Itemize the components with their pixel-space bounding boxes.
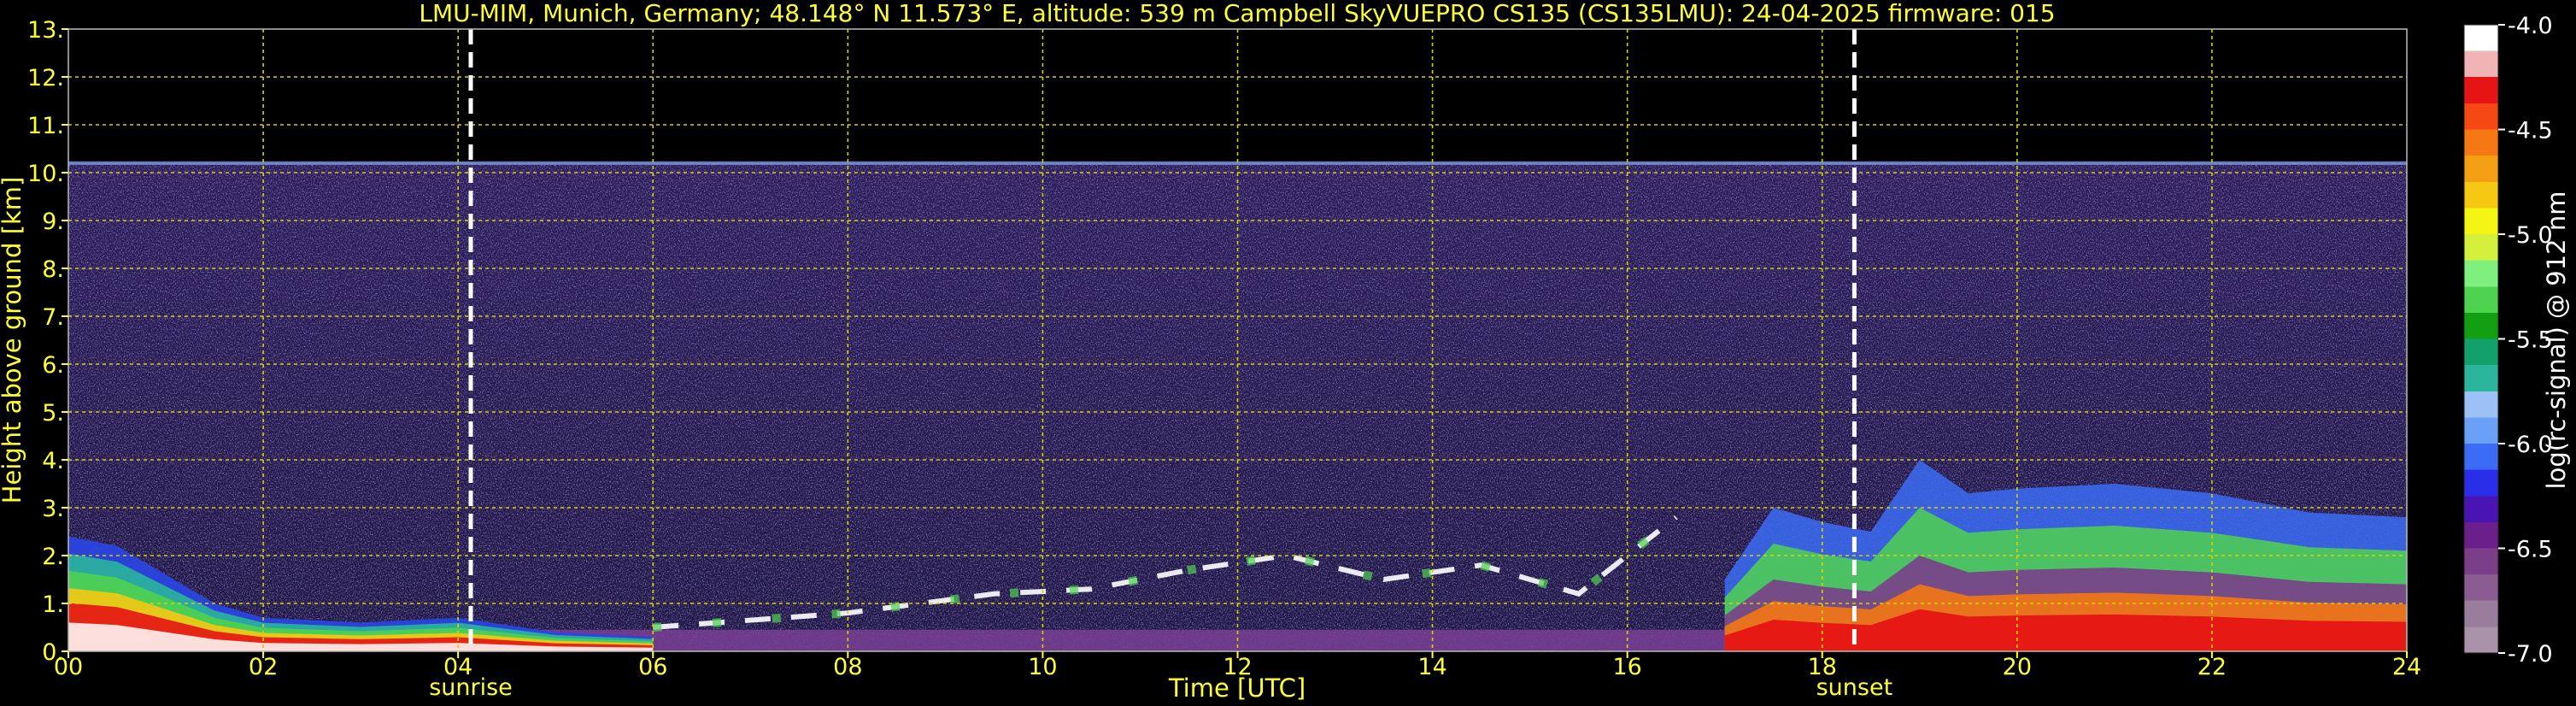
y-axis-ticks: 0.1.2.3.4.5.6.7.8.9.10.11.12.13. (27, 17, 68, 666)
y-tick-label: 13. (27, 17, 64, 44)
x-tick-label: 06 (638, 654, 667, 680)
x-tick-label: 24 (2392, 654, 2421, 680)
colorbar-tick-label: -4.0 (2508, 13, 2553, 39)
x-tick-label: 22 (2198, 654, 2227, 680)
y-tick-label: 5. (42, 400, 64, 427)
colorbar-tick-label: -7.0 (2508, 641, 2553, 668)
x-tick-label: 08 (833, 654, 862, 680)
y-tick-label: 2. (42, 544, 64, 570)
chart-title: LMU-MIM, Munich, Germany; 48.148° N 11.5… (419, 0, 2055, 27)
colorbar-tick-label: -4.5 (2508, 118, 2553, 144)
y-tick-label: 8. (42, 256, 64, 283)
x-axis-label: Time [UTC] (1168, 674, 1306, 703)
x-tick-label: 18 (1808, 654, 1837, 680)
y-tick-label: 6. (42, 352, 64, 379)
x-tick-label: 10 (1028, 654, 1057, 680)
x-tick-label: 16 (1612, 654, 1641, 680)
x-tick-label: 02 (249, 654, 278, 680)
y-tick-label: 12. (27, 65, 64, 91)
colorbar-strip (2463, 24, 2499, 654)
y-tick-label: 4. (42, 448, 64, 474)
y-tick-label: 3. (42, 496, 64, 522)
y-tick-label: 9. (42, 209, 64, 235)
x-tick-label: 14 (1417, 654, 1446, 680)
colorbar-label: log(rc-signal) @ 912 nm (2542, 191, 2571, 490)
y-tick-label: 10. (27, 161, 64, 187)
x-tick-label: 20 (2003, 654, 2032, 680)
x-tick-label: 00 (54, 654, 83, 680)
colorbar-tick-label: -6.5 (2508, 537, 2553, 563)
x-tick-label: 04 (443, 654, 472, 680)
colorbar: -7.0-6.5-6.0-5.5-5.0-4.5-4.0 log(rc-sign… (2463, 13, 2571, 668)
y-axis-label: Height above ground [km] (0, 177, 26, 504)
y-tick-label: 1. (42, 591, 64, 618)
y-tick-label: 11. (27, 113, 64, 139)
ceilometer-chart: LMU-MIM, Munich, Germany; 48.148° N 11.5… (0, 0, 2571, 703)
y-tick-label: 7. (42, 304, 64, 331)
